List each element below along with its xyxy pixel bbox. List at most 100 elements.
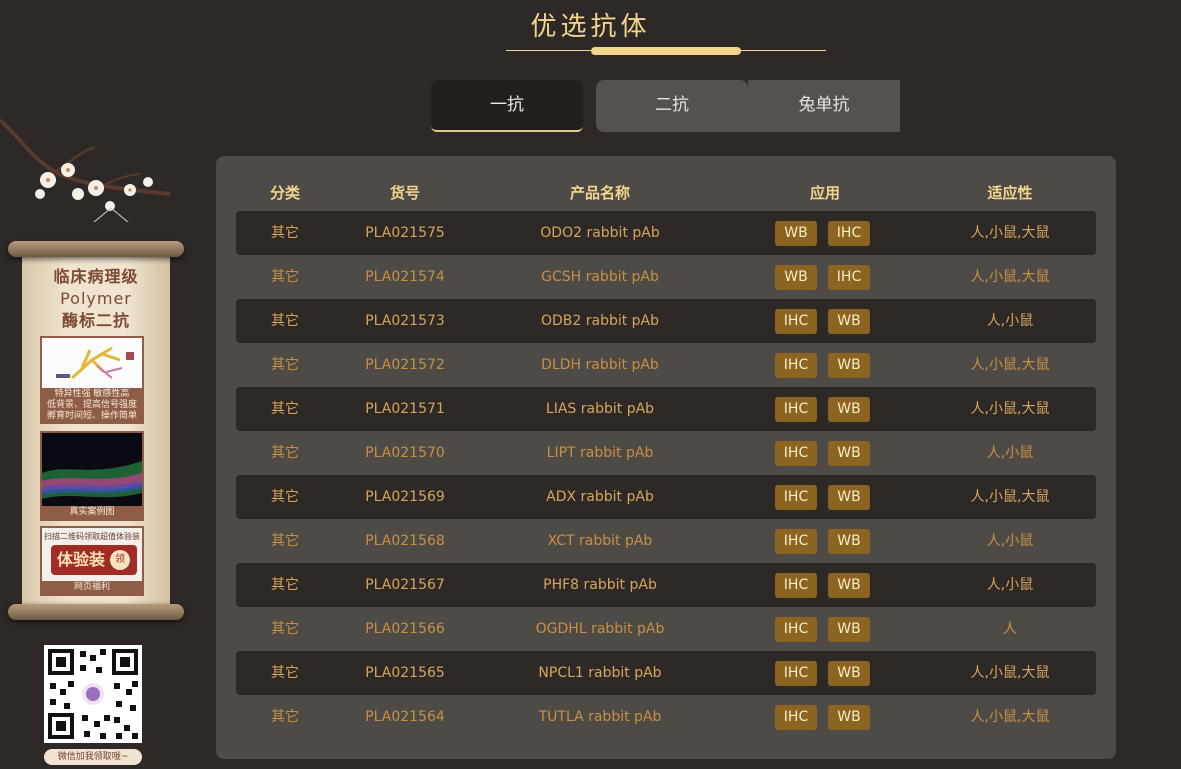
ad-heading: 临床病理级 Polymer 酶标二抗	[22, 266, 170, 332]
antibody-diagram-image: 特异性强 敏感性高 低背景、提高信号强度 孵育时间短、操作简单	[40, 336, 144, 424]
application-badge[interactable]: WB	[828, 441, 870, 466]
column-header-species: 适应性	[987, 184, 1033, 202]
tab-rabbit-monoclonal[interactable]: 兔单抗	[748, 80, 900, 132]
cell-species: 人,小鼠,大鼠	[970, 665, 1050, 681]
cell-category: 其它	[271, 357, 299, 373]
cell-name[interactable]: LIAS rabbit pAb	[546, 387, 654, 431]
application-badge[interactable]: WB	[828, 661, 870, 686]
table-row[interactable]: 其它 PLA021573 ODB2 rabbit pAb 人,小鼠 IHC WB	[236, 299, 1096, 343]
cell-species: 人,小鼠	[986, 533, 1034, 549]
cell-applications: IHC WB	[775, 397, 881, 422]
cell-name[interactable]: PHF8 rabbit pAb	[543, 563, 657, 607]
cell-species: 人,小鼠,大鼠	[970, 269, 1050, 285]
cell-name[interactable]: LIPT rabbit pAb	[547, 431, 654, 475]
application-badge[interactable]: IHC	[775, 617, 817, 642]
table-row[interactable]: 其它 PLA021565 NPCL1 rabbit pAb 人,小鼠,大鼠 IHC WB	[236, 651, 1096, 695]
cell-species: 人,小鼠,大鼠	[970, 225, 1050, 241]
application-badge[interactable]: IHC	[775, 353, 817, 378]
column-header-product-name: 产品名称	[569, 184, 631, 202]
application-badge[interactable]: WB	[828, 353, 870, 378]
application-badge[interactable]: WB	[828, 705, 870, 730]
cell-name[interactable]: TUTLA rabbit pAb	[539, 695, 662, 739]
cell-sku: PLA021565	[365, 665, 445, 681]
application-badge[interactable]: IHC	[775, 573, 817, 598]
cell-applications: IHC WB	[775, 441, 881, 466]
feature-caption-line3: 孵育时间短、操作简单	[46, 411, 137, 421]
cell-applications: IHC WB	[775, 573, 881, 598]
application-badge[interactable]: WB	[828, 485, 870, 510]
cell-species: 人,小鼠,大鼠	[970, 489, 1050, 505]
cell-category: 其它	[271, 445, 299, 461]
application-badge[interactable]: WB	[828, 397, 870, 422]
cell-species: 人,小鼠,大鼠	[970, 401, 1050, 417]
case-caption: 真实案例图	[42, 506, 142, 519]
cell-name[interactable]: XCT rabbit pAb	[548, 519, 653, 563]
trial-caption: 网页福利	[42, 581, 142, 594]
application-badge[interactable]: WB	[828, 309, 870, 334]
cell-name[interactable]: NPCL1 rabbit pAb	[538, 651, 661, 695]
cell-species: 人,小鼠	[986, 577, 1034, 593]
application-badge[interactable]: WB	[775, 221, 817, 246]
application-badge[interactable]: IHC	[775, 441, 817, 466]
plum-blossom-branch-icon	[0, 118, 171, 222]
cell-sku: PLA021571	[365, 401, 445, 417]
ad-title-line3: 酶标二抗	[61, 311, 130, 330]
cell-applications: IHC WB	[775, 353, 881, 378]
cell-name[interactable]: OGDHL rabbit pAb	[536, 607, 665, 651]
cell-sku: PLA021574	[365, 269, 445, 285]
table-row[interactable]: 其它 PLA021567 PHF8 rabbit pAb 人,小鼠 IHC WB	[236, 563, 1096, 607]
cell-name[interactable]: DLDH rabbit pAb	[541, 343, 659, 387]
table-row[interactable]: 其它 PLA021570 LIPT rabbit pAb 人,小鼠 IHC WB	[236, 431, 1096, 475]
page-title: 优选抗体	[530, 12, 651, 42]
column-header-application: 应用	[809, 184, 841, 202]
tab-secondary-antibody[interactable]: 二抗	[596, 80, 748, 132]
table-row[interactable]: 其它 PLA021572 DLDH rabbit pAb 人,小鼠,大鼠 IHC WB	[236, 343, 1096, 387]
cell-applications: WB IHC	[775, 265, 881, 290]
cell-species: 人	[1003, 621, 1017, 637]
application-badge[interactable]: WB	[775, 265, 817, 290]
table-row[interactable]: 其它 PLA021575 ODO2 rabbit pAb 人,小鼠,大鼠 WB IHC	[236, 211, 1096, 255]
application-badge[interactable]: IHC	[828, 265, 870, 290]
table-row[interactable]: 其它 PLA021569 ADX rabbit pAb 人,小鼠,大鼠 IHC WB	[236, 475, 1096, 519]
cell-name[interactable]: ADX rabbit pAb	[546, 475, 654, 519]
cell-applications: IHC WB	[775, 529, 881, 554]
cell-category: 其它	[271, 401, 299, 417]
application-badge[interactable]: WB	[828, 529, 870, 554]
product-ad-scroll[interactable]: 临床病理级 Polymer 酶标二抗 特异性强 敏感性高 低背景、提高信号强度 …	[0, 235, 196, 655]
table-row[interactable]: 其它 PLA021571 LIAS rabbit pAb 人,小鼠,大鼠 IHC WB	[236, 387, 1096, 431]
application-badge[interactable]: IHC	[828, 221, 870, 246]
cell-sku: PLA021570	[365, 445, 445, 461]
cell-category: 其它	[271, 489, 299, 505]
cell-sku: PLA021575	[365, 225, 445, 241]
cell-category: 其它	[271, 709, 299, 725]
cell-name[interactable]: ODO2 rabbit pAb	[540, 211, 659, 255]
application-badge[interactable]: WB	[828, 617, 870, 642]
application-badge[interactable]: IHC	[775, 661, 817, 686]
cell-sku: PLA021564	[365, 709, 445, 725]
scroll-rod-top	[8, 241, 184, 257]
table-row[interactable]: 其它 PLA021574 GCSH rabbit pAb 人,小鼠,大鼠 WB IHC	[236, 255, 1096, 299]
cell-sku: PLA021573	[365, 313, 445, 329]
title-divider-bar	[591, 47, 741, 55]
application-badge[interactable]: WB	[828, 573, 870, 598]
application-badge[interactable]: IHC	[775, 485, 817, 510]
cell-category: 其它	[271, 313, 299, 329]
cell-category: 其它	[271, 665, 299, 681]
ad-title-line1: 临床病理级	[53, 267, 139, 286]
table-row[interactable]: 其它 PLA021564 TUTLA rabbit pAb 人,小鼠,大鼠 IHC WB	[236, 695, 1096, 739]
cell-name[interactable]: ODB2 rabbit pAb	[541, 299, 659, 343]
cell-applications: IHC WB	[775, 309, 881, 334]
trial-claim-badge: 领	[110, 550, 130, 570]
antibody-table-panel: 分类 货号 产品名称 应用 适应性 其它 PLA021575 ODO2 rabbit…	[216, 156, 1116, 759]
application-badge[interactable]: IHC	[775, 397, 817, 422]
table-row[interactable]: 其它 PLA021568 XCT rabbit pAb 人,小鼠 IHC WB	[236, 519, 1096, 563]
application-badge[interactable]: IHC	[775, 529, 817, 554]
cell-name[interactable]: GCSH rabbit pAb	[541, 255, 659, 299]
cell-sku: PLA021569	[365, 489, 445, 505]
application-badge[interactable]: IHC	[775, 309, 817, 334]
table-row[interactable]: 其它 PLA021566 OGDHL rabbit pAb 人 IHC WB	[236, 607, 1096, 651]
trial-kit-image[interactable]: 扫描二维码领取超值体验装 体验装 领 网页福利	[40, 526, 144, 596]
table-header: 分类 货号 产品名称 应用 适应性	[236, 182, 1096, 204]
tab-primary-antibody[interactable]: 一抗	[431, 80, 583, 132]
application-badge[interactable]: IHC	[775, 705, 817, 730]
